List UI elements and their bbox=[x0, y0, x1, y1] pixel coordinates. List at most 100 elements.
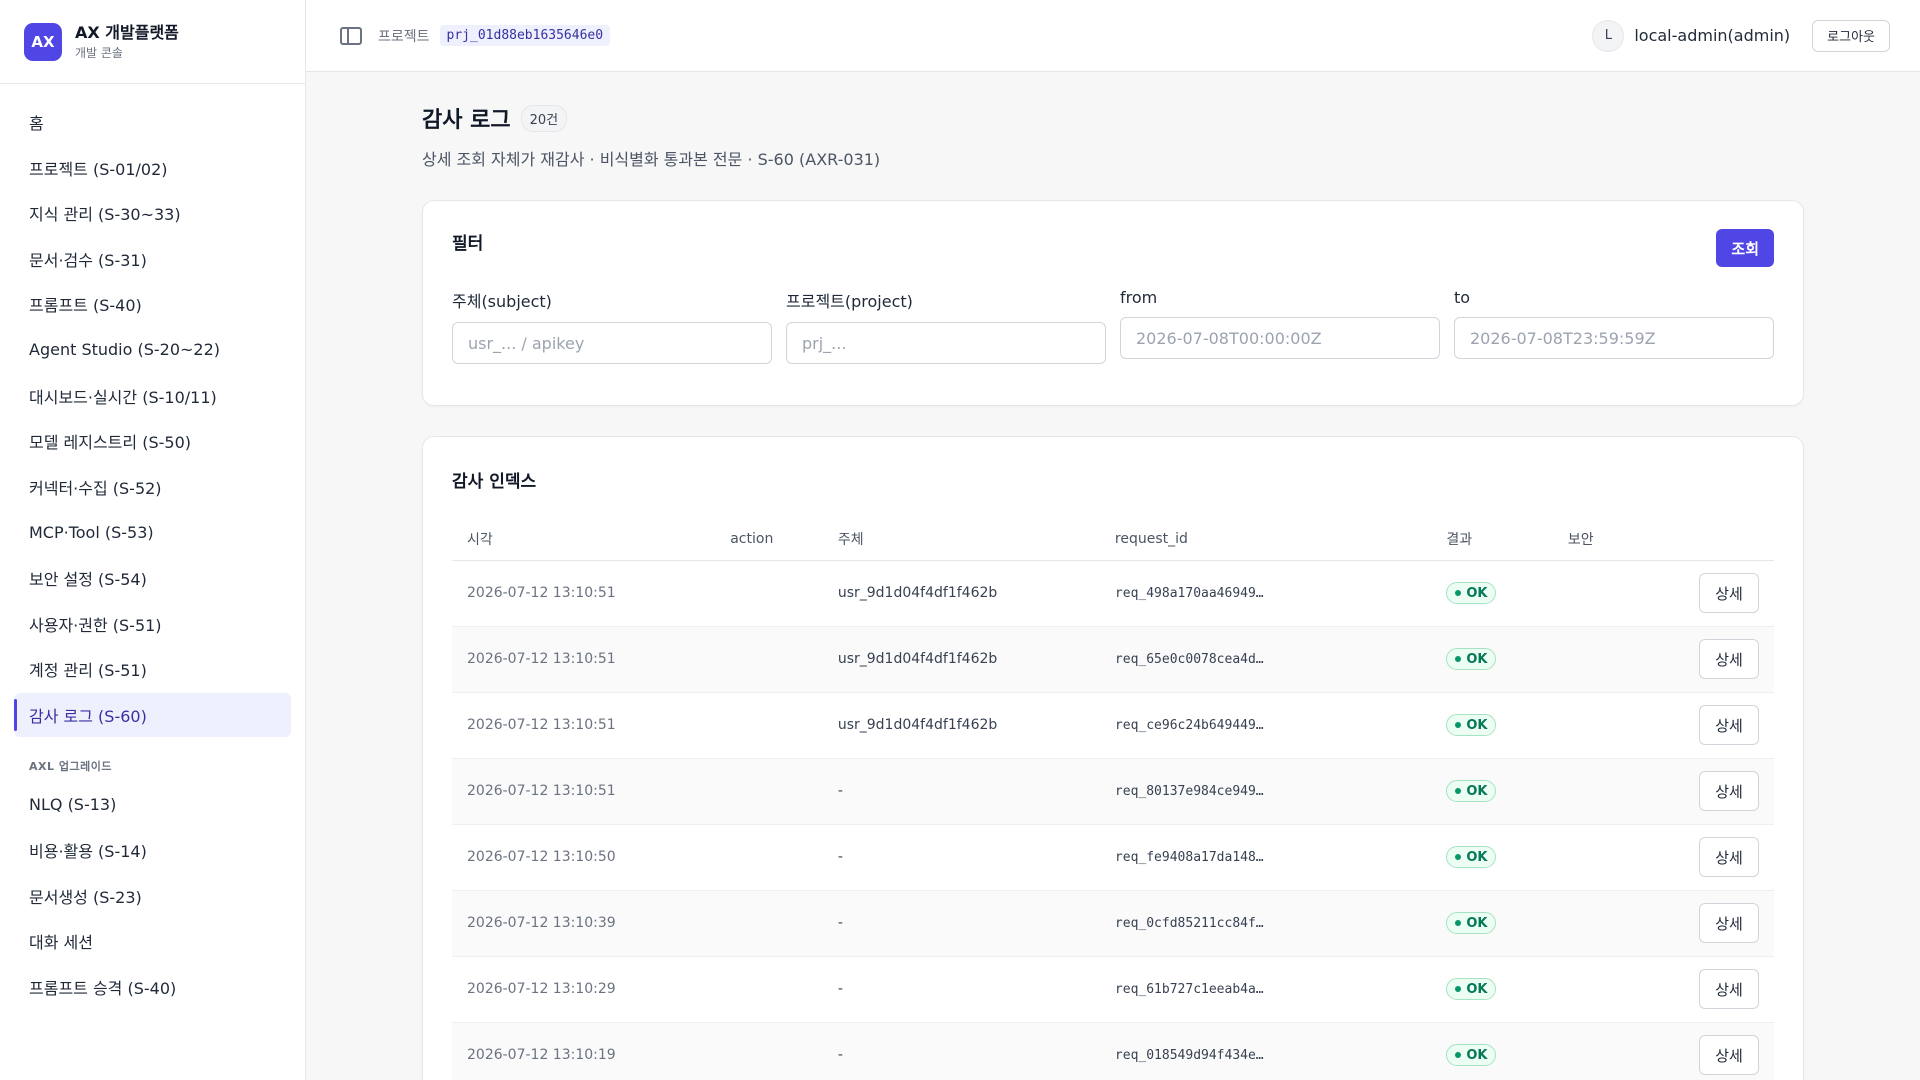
row-security bbox=[1552, 890, 1684, 957]
sidebar-item-docgen[interactable]: 문서생성 (S-23) bbox=[14, 874, 291, 918]
brand-logo: AX bbox=[24, 22, 62, 61]
sidebar-item-projects[interactable]: 프로젝트 (S-01/02) bbox=[14, 146, 291, 190]
sidebar-item-model-registry[interactable]: 모델 레지스트리 (S-50) bbox=[14, 419, 291, 463]
brand: AX AX 개발플랫폼 개발 콘솔 bbox=[0, 0, 305, 84]
row-request-id: req_65e0c0078cea4d… bbox=[1099, 626, 1432, 693]
row-security bbox=[1552, 560, 1684, 627]
sidebar-item-home[interactable]: 홈 bbox=[14, 100, 291, 144]
col-time: 시각 bbox=[452, 518, 716, 561]
row-time: 2026-07-12 13:10:51 bbox=[452, 626, 716, 693]
sidebar-item-security[interactable]: 보안 설정 (S-54) bbox=[14, 556, 291, 600]
col-request-id: request_id bbox=[1099, 518, 1432, 561]
row-subject: usr_9d1d04f4df1f462b bbox=[822, 560, 1100, 627]
sidebar-item-sessions[interactable]: 대화 세션 bbox=[14, 919, 291, 963]
result-text: OK bbox=[1466, 783, 1488, 799]
detail-button[interactable]: 상세 bbox=[1699, 705, 1759, 745]
row-request-id: req_fe9408a17da148… bbox=[1099, 824, 1432, 891]
table-row: 2026-07-12 13:10:51 usr_9d1d04f4df1f462b r… bbox=[452, 626, 1774, 693]
sidebar-item-prompt-promotion[interactable]: 프롬프트 승격 (S-40) bbox=[14, 965, 291, 1009]
sidebar-item-cost[interactable]: 비용·활용 (S-14) bbox=[14, 828, 291, 872]
sidebar-item-connectors[interactable]: 커넥터·수집 (S-52) bbox=[14, 465, 291, 509]
status-dot-icon bbox=[1455, 1052, 1462, 1058]
sidebar-item-prompts[interactable]: 프롬프트 (S-40) bbox=[14, 282, 291, 326]
result-text: OK bbox=[1466, 1047, 1488, 1063]
brand-subtitle: 개발 콘솔 bbox=[75, 45, 123, 60]
detail-button[interactable]: 상세 bbox=[1699, 771, 1759, 811]
result-text: OK bbox=[1466, 981, 1488, 997]
result-badge: OK bbox=[1446, 912, 1497, 934]
logout-button[interactable]: 로그아웃 bbox=[1812, 19, 1890, 52]
filter-card: 필터 조회 주체(subject) 프로젝트(project) from to bbox=[422, 200, 1804, 406]
user-name: local-admin(admin) bbox=[1634, 26, 1791, 45]
table-row: 2026-07-12 13:10:51 usr_9d1d04f4df1f462b r… bbox=[452, 560, 1774, 627]
row-security bbox=[1552, 956, 1684, 1023]
page-subtitle: 상세 조회 자체가 재감사 · 비식별화 통과본 전문 · S-60 (AXR-… bbox=[422, 150, 881, 169]
row-action bbox=[715, 956, 823, 1023]
subject-input[interactable] bbox=[452, 322, 772, 364]
result-badge: OK bbox=[1446, 648, 1497, 670]
row-time: 2026-07-12 13:10:50 bbox=[452, 824, 716, 891]
status-dot-icon bbox=[1455, 854, 1462, 860]
row-security bbox=[1552, 692, 1684, 759]
detail-button[interactable]: 상세 bbox=[1699, 903, 1759, 943]
search-button[interactable]: 조회 bbox=[1716, 229, 1774, 267]
sidebar-item-audit-log[interactable]: 감사 로그 (S-60) bbox=[14, 692, 291, 737]
row-action bbox=[715, 626, 823, 693]
result-text: OK bbox=[1466, 849, 1488, 865]
row-time: 2026-07-12 13:10:51 bbox=[452, 692, 716, 759]
row-request-id: req_80137e984ce949… bbox=[1099, 758, 1432, 825]
status-dot-icon bbox=[1455, 590, 1462, 596]
row-action bbox=[715, 890, 823, 957]
table-row: 2026-07-12 13:10:51 usr_9d1d04f4df1f462b r… bbox=[452, 692, 1774, 759]
sidebar-toggle-icon[interactable] bbox=[340, 26, 362, 45]
sidebar-item-nlq[interactable]: NLQ (S-13) bbox=[14, 782, 291, 826]
row-security bbox=[1552, 824, 1684, 891]
sidebar-item-knowledge[interactable]: 지식 관리 (S-30~33) bbox=[14, 191, 291, 235]
col-subject: 주체 bbox=[822, 518, 1100, 561]
filter-title: 필터 bbox=[452, 234, 484, 254]
detail-button[interactable]: 상세 bbox=[1699, 969, 1759, 1009]
sidebar-item-documents[interactable]: 문서·검수 (S-31) bbox=[14, 237, 291, 281]
row-subject: - bbox=[822, 824, 1100, 891]
brand-name: AX 개발플랫폼 bbox=[75, 22, 179, 42]
audit-rows: 2026-07-12 13:10:51 usr_9d1d04f4df1f462b r… bbox=[452, 560, 1774, 1080]
status-dot-icon bbox=[1455, 656, 1462, 662]
detail-button[interactable]: 상세 bbox=[1699, 639, 1759, 679]
row-subject: - bbox=[822, 1022, 1100, 1080]
project-id-badge: prj_01d88eb1635646e0 bbox=[439, 25, 611, 46]
detail-button[interactable]: 상세 bbox=[1699, 1035, 1759, 1075]
page-title: 감사 로그 bbox=[422, 108, 511, 133]
main-content: 감사 로그 20건 상세 조회 자체가 재감사 · 비식별화 통과본 전문 · … bbox=[422, 72, 1804, 1080]
project-label: 프로젝트 bbox=[378, 28, 430, 45]
sidebar-item-dashboard[interactable]: 대시보드·실시간 (S-10/11) bbox=[14, 374, 291, 418]
result-badge: OK bbox=[1446, 582, 1497, 604]
detail-button[interactable]: 상세 bbox=[1699, 573, 1759, 613]
subject-label: 주체(subject) bbox=[452, 292, 552, 311]
sidebar: AX AX 개발플랫폼 개발 콘솔 홈 프로젝트 (S-01/02) 지식 관리… bbox=[0, 0, 306, 1080]
table-row: 2026-07-12 13:10:39 - req_0cfd85211cc84f… O… bbox=[452, 890, 1774, 957]
detail-button[interactable]: 상세 bbox=[1699, 837, 1759, 877]
to-input[interactable] bbox=[1454, 317, 1774, 359]
audit-index-title: 감사 인덱스 bbox=[452, 472, 537, 492]
sidebar-item-accounts[interactable]: 계정 관리 (S-51) bbox=[14, 647, 291, 691]
sidebar-item-agent-studio[interactable]: Agent Studio (S-20~22) bbox=[14, 328, 291, 372]
result-badge: OK bbox=[1446, 846, 1497, 868]
row-request-id: req_61b727c1eeab4a… bbox=[1099, 956, 1432, 1023]
project-input[interactable] bbox=[786, 322, 1106, 364]
row-action bbox=[715, 560, 823, 627]
project-filter-label: 프로젝트(project) bbox=[786, 292, 913, 311]
row-action bbox=[715, 758, 823, 825]
table-row: 2026-07-12 13:10:50 - req_fe9408a17da148… O… bbox=[452, 824, 1774, 891]
row-subject: usr_9d1d04f4df1f462b bbox=[822, 692, 1100, 759]
status-dot-icon bbox=[1455, 722, 1462, 728]
table-row: 2026-07-12 13:10:51 - req_80137e984ce949… O… bbox=[452, 758, 1774, 825]
row-subject: usr_9d1d04f4df1f462b bbox=[822, 626, 1100, 693]
from-input[interactable] bbox=[1120, 317, 1440, 359]
result-text: OK bbox=[1466, 717, 1488, 733]
result-badge: OK bbox=[1446, 1044, 1497, 1066]
row-action bbox=[715, 824, 823, 891]
sidebar-item-mcp-tool[interactable]: MCP·Tool (S-53) bbox=[14, 510, 291, 554]
result-text: OK bbox=[1466, 585, 1488, 601]
sidebar-item-users[interactable]: 사용자·권한 (S-51) bbox=[14, 602, 291, 646]
row-subject: - bbox=[822, 758, 1100, 825]
